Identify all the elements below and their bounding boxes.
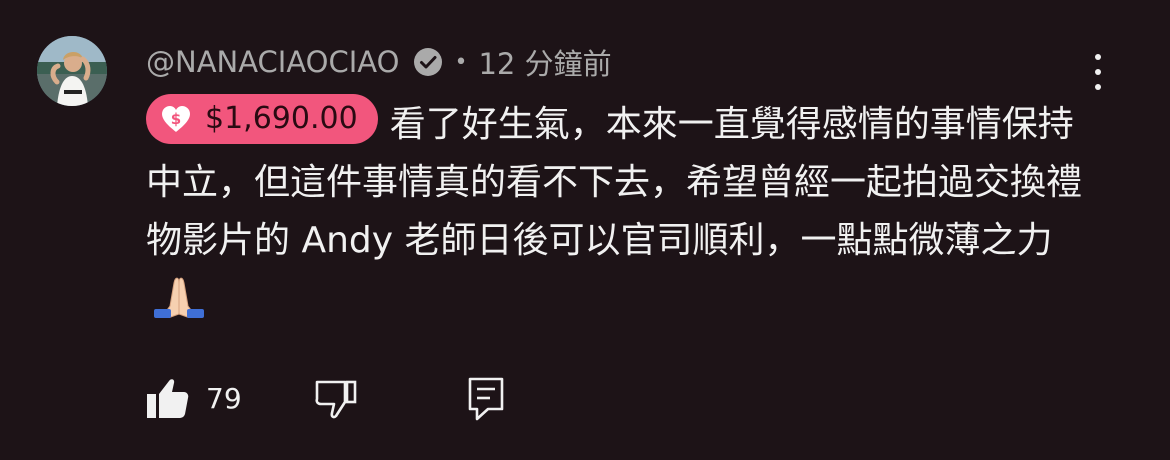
heart-dollar-icon: $: [162, 106, 190, 132]
like-button[interactable]: 79: [146, 377, 242, 419]
verified-icon: [413, 47, 443, 77]
thumbs-up-icon: [147, 379, 189, 418]
reply-comment-icon: [468, 377, 504, 421]
more-vert-icon[interactable]: [1083, 52, 1113, 92]
thumbs-down-icon: [315, 380, 357, 419]
timestamp[interactable]: 12 分鐘前: [478, 41, 611, 83]
svg-text:$: $: [171, 110, 181, 128]
comment-header: @NANACIAOCIAO • 12 分鐘前: [146, 40, 612, 84]
avatar[interactable]: [37, 36, 107, 106]
username[interactable]: @NANACIAOCIAO: [146, 45, 399, 79]
dislike-button[interactable]: [314, 377, 358, 419]
super-thanks-amount: $1,690.00: [205, 101, 358, 136]
super-thanks-badge[interactable]: $ $1,690.00: [146, 94, 378, 144]
folded-hands-emoji: [152, 272, 206, 336]
separator-dot: •: [454, 49, 468, 75]
comment-actions: 79: [146, 377, 566, 423]
like-count: 79: [206, 381, 242, 415]
comment-body: $ $1,690.00 看了好生氣，本來一直覺得感情的事情保持中立，但這件事情真…: [146, 94, 1086, 336]
reply-button[interactable]: [468, 377, 504, 421]
